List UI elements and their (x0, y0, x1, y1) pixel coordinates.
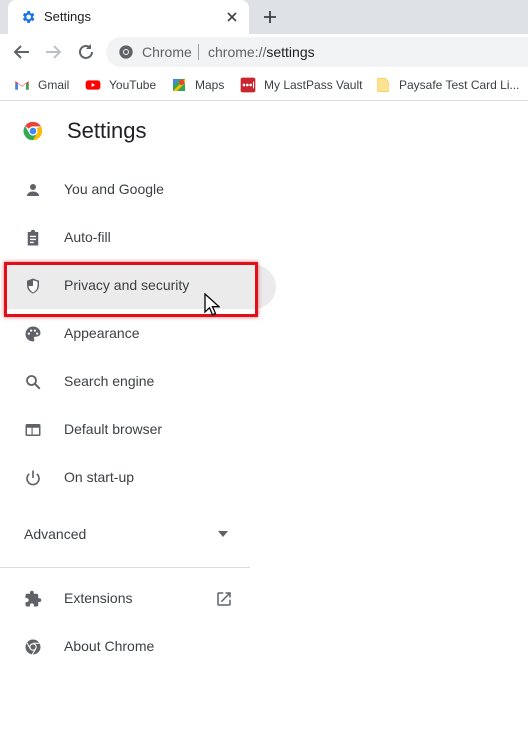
youtube-icon (85, 80, 101, 90)
omnibox-chip: Chrome (142, 44, 192, 60)
lastpass-icon (240, 77, 256, 93)
caret-down-icon (218, 531, 228, 537)
omnibox-separator (198, 44, 199, 60)
omnibox-url[interactable]: chrome://settings (208, 44, 315, 60)
forward-arrow-icon[interactable] (43, 42, 63, 62)
bookmark-youtube[interactable]: YouTube (85, 76, 156, 94)
sidebar-item-you-and-google[interactable]: You and Google (0, 170, 256, 210)
bookmark-paysafe[interactable]: Paysafe Test Card Li... (375, 76, 520, 94)
folder-icon (377, 78, 389, 92)
new-tab-plus-icon[interactable] (262, 9, 278, 25)
mouse-cursor-icon (204, 293, 220, 316)
maps-icon (173, 79, 185, 91)
chrome-logo-icon (23, 121, 43, 141)
advanced-section-toggle[interactable]: Advanced (0, 514, 250, 554)
reload-icon[interactable] (76, 42, 96, 62)
page-title: Settings (67, 118, 147, 143)
close-icon[interactable] (224, 9, 240, 25)
tab-strip: Settings (0, 0, 528, 34)
bookmarks-bar: Gmail YouTube Maps My LastPass Vault Pay… (0, 70, 528, 101)
sidebar-item-auto-fill[interactable]: Auto-fill (0, 218, 256, 258)
sidebar-item-search-engine[interactable]: Search engine (0, 362, 256, 402)
chrome-icon (25, 639, 41, 655)
back-arrow-icon[interactable] (12, 42, 32, 62)
divider (0, 567, 250, 568)
omnibox[interactable]: Chrome chrome://settings (106, 37, 528, 67)
bookmark-lastpass[interactable]: My LastPass Vault (240, 76, 362, 94)
puzzle-icon (25, 590, 42, 607)
tab-settings[interactable]: Settings (8, 0, 249, 34)
settings-header: Settings (0, 101, 528, 161)
palette-icon (25, 326, 41, 342)
sidebar-item-about-chrome[interactable]: About Chrome (0, 627, 256, 667)
sidebar-item-on-start-up[interactable]: On start-up (0, 458, 256, 498)
person-icon (27, 184, 39, 196)
browser-window-icon (25, 424, 41, 436)
clipboard-icon (27, 229, 39, 246)
sidebar-item-appearance[interactable]: Appearance (0, 314, 256, 354)
bookmark-maps[interactable]: Maps (171, 76, 224, 94)
tab-title: Settings (44, 9, 91, 24)
power-icon (26, 470, 40, 486)
gmail-icon (15, 81, 29, 90)
toolbar: Chrome chrome://settings (0, 34, 528, 70)
gear-icon (22, 11, 35, 23)
bookmark-gmail[interactable]: Gmail (14, 76, 69, 94)
chrome-icon (119, 45, 133, 59)
open-in-new-icon[interactable] (215, 590, 233, 608)
search-icon (26, 375, 41, 390)
sidebar-item-default-browser[interactable]: Default browser (0, 410, 256, 450)
